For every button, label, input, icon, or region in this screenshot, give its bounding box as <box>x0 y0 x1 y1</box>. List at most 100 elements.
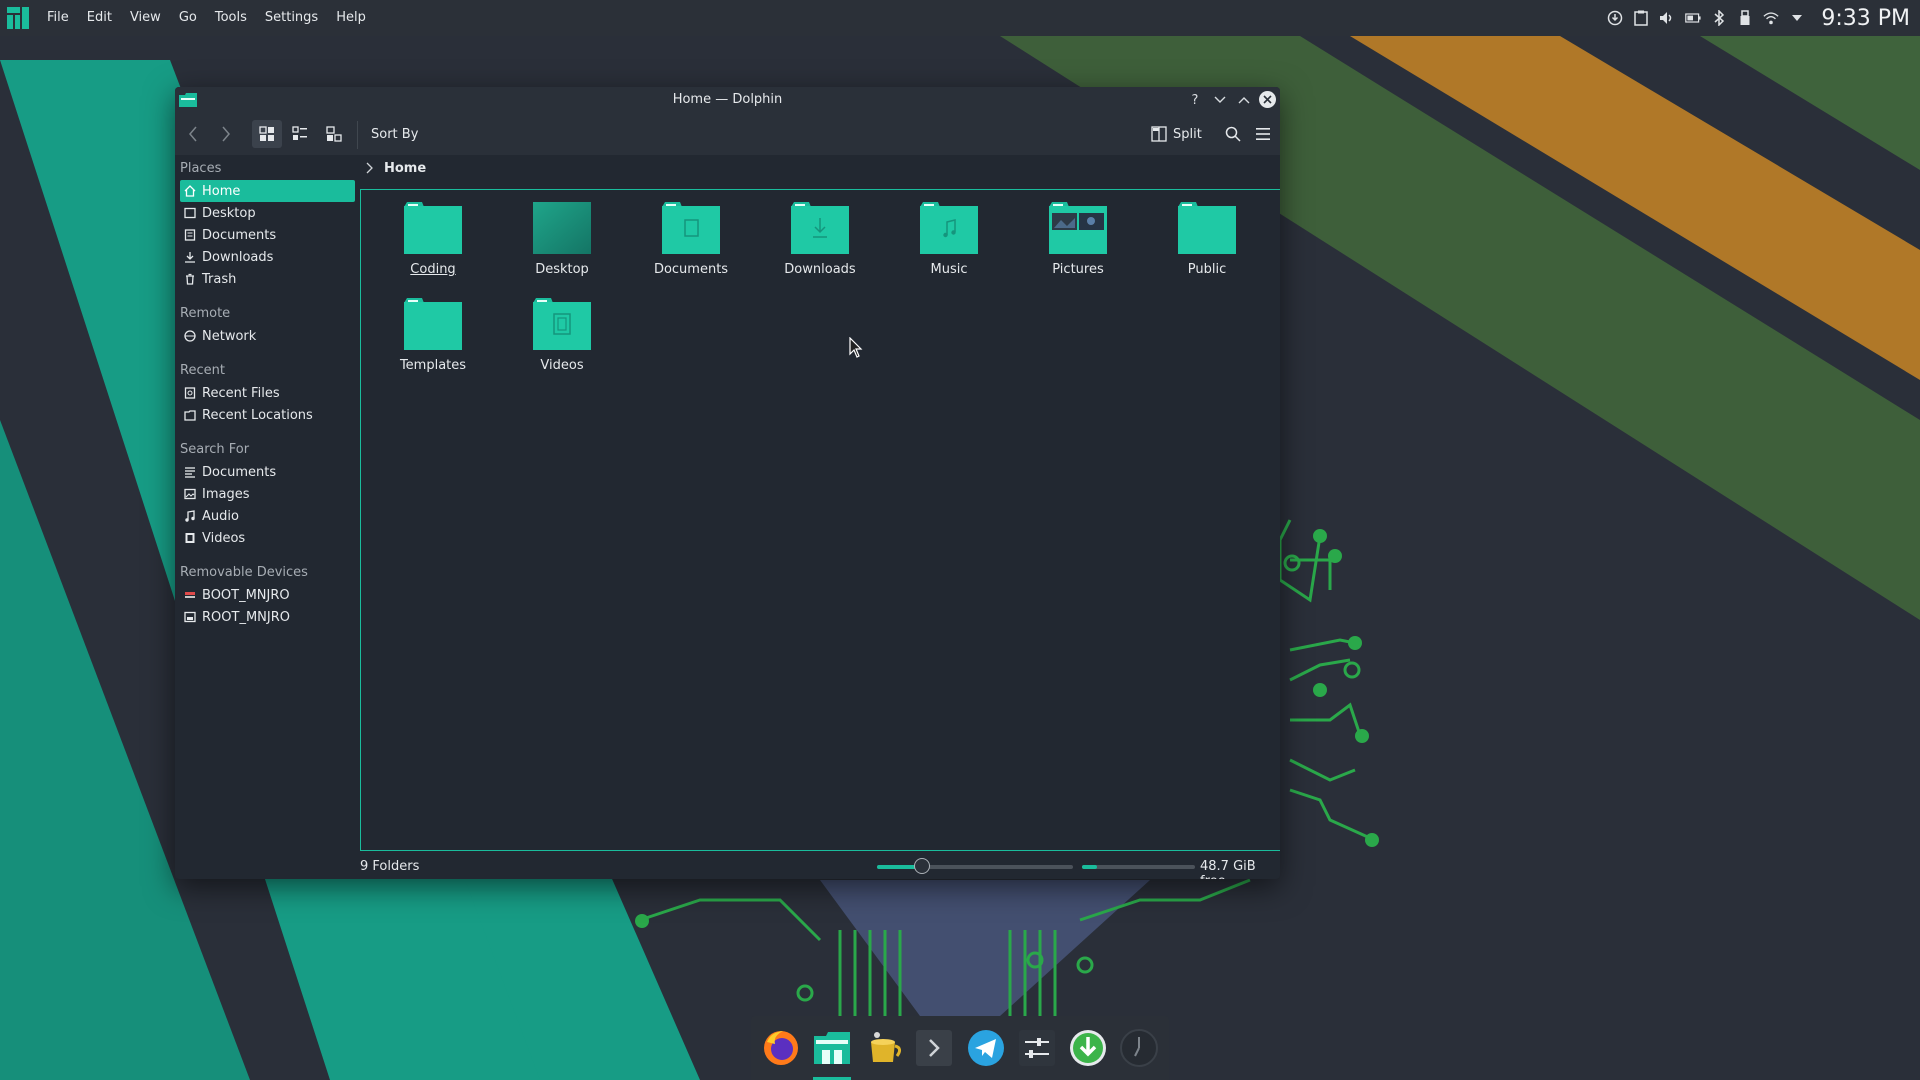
split-button[interactable]: Split <box>1151 120 1202 148</box>
folder-item-public[interactable]: Public <box>1147 202 1267 277</box>
zoom-slider[interactable] <box>877 858 1073 874</box>
pamac-icon[interactable] <box>860 1025 906 1071</box>
forward-button[interactable] <box>211 120 241 148</box>
sidebar-item-boot-mnjro[interactable]: BOOT_MNJRO <box>180 584 355 606</box>
downloads-icon <box>184 251 196 263</box>
folder-item-videos[interactable]: Videos <box>502 298 622 373</box>
sidebar-item-documents[interactable]: Documents <box>180 224 355 246</box>
sidebar-item-audio[interactable]: Audio <box>180 505 355 527</box>
menu-file[interactable]: File <box>38 0 78 36</box>
sidebar-item-label: Recent Files <box>202 385 280 401</box>
menu-edit[interactable]: Edit <box>78 0 121 36</box>
sidebar-item-network[interactable]: Network <box>180 325 355 347</box>
hamburger-icon <box>1256 128 1270 140</box>
bluetooth-icon[interactable] <box>1711 10 1727 26</box>
folder-label: Desktop <box>535 262 589 277</box>
section-places: Places <box>180 161 222 176</box>
chevron-right-icon[interactable] <box>362 161 376 175</box>
music-folder-icon <box>920 202 978 254</box>
update-icon[interactable] <box>1607 10 1623 26</box>
sidebar-item-label: Documents <box>202 227 277 243</box>
network-icon <box>184 330 196 342</box>
sidebar-item-root-mnjro[interactable]: ROOT_MNJRO <box>180 606 355 628</box>
terminal-icon[interactable] <box>911 1025 957 1071</box>
downloads-folder-icon <box>791 202 849 254</box>
minimize-icon[interactable] <box>1210 90 1230 110</box>
hamburger-menu-button[interactable] <box>1248 120 1278 148</box>
folder-item-documents[interactable]: Documents <box>631 202 751 277</box>
folder-item-desktop[interactable]: Desktop <box>502 202 622 277</box>
clock[interactable]: 9:33 PM <box>1821 6 1910 31</box>
battery-icon[interactable] <box>1685 10 1701 26</box>
tray-expand-icon[interactable] <box>1789 10 1805 26</box>
menu-tools[interactable]: Tools <box>206 0 256 36</box>
clock-icon[interactable] <box>1116 1025 1162 1071</box>
sidebar-item-label: Downloads <box>202 249 274 265</box>
folder-label: Videos <box>540 358 584 373</box>
sidebar-item-downloads[interactable]: Downloads <box>180 246 355 268</box>
section-search-for: Search For <box>180 442 250 457</box>
settings-icon[interactable] <box>1014 1025 1060 1071</box>
sidebar-item-recent-locations[interactable]: Recent Locations <box>180 404 355 426</box>
folder-icon <box>404 298 462 350</box>
free-space-bar[interactable] <box>1082 865 1195 869</box>
sidebar-item-label: Documents <box>202 464 277 480</box>
close-icon[interactable] <box>1259 91 1276 108</box>
image-icon <box>184 488 196 500</box>
pictures-folder-icon <box>1049 202 1107 254</box>
help-icon[interactable]: ? <box>1185 90 1205 110</box>
removable-drive-icon <box>184 589 196 601</box>
folder-item-templates[interactable]: Templates <box>373 298 493 373</box>
title-bar[interactable]: Home — Dolphin ? <box>175 87 1280 113</box>
split-icon <box>1151 126 1167 142</box>
dolphin-icon[interactable] <box>809 1025 855 1080</box>
telegram-icon[interactable] <box>963 1025 1009 1071</box>
breadcrumb-home[interactable]: Home <box>384 161 426 176</box>
search-button[interactable] <box>1218 120 1248 148</box>
sidebar-item-home[interactable]: Home <box>180 180 355 202</box>
free-space-label[interactable]: 48.7 GiB free <box>1200 859 1280 879</box>
folder-label: Templates <box>399 358 467 373</box>
zoom-slider-handle[interactable] <box>914 858 931 874</box>
sidebar-item-videos[interactable]: Videos <box>180 527 355 549</box>
menu-help[interactable]: Help <box>327 0 375 36</box>
documents-icon <box>184 229 196 241</box>
trash-icon <box>184 273 196 285</box>
sidebar-item-images[interactable]: Images <box>180 483 355 505</box>
sidebar-item-recent-files[interactable]: Recent Files <box>180 382 355 404</box>
firefox-icon[interactable] <box>758 1025 804 1071</box>
desktop-icon <box>184 207 196 219</box>
folder-label: Pictures <box>1052 262 1104 277</box>
menu-view[interactable]: View <box>121 0 170 36</box>
maximize-icon[interactable] <box>1234 90 1254 110</box>
compact-view-button[interactable] <box>285 120 315 148</box>
folder-item-coding[interactable]: Coding <box>373 202 493 277</box>
details-view-button[interactable] <box>319 120 349 148</box>
sidebar-item-desktop[interactable]: Desktop <box>180 202 355 224</box>
menu-settings[interactable]: Settings <box>256 0 327 36</box>
folder-count: 9 Folders <box>360 859 420 874</box>
menu-go[interactable]: Go <box>170 0 206 36</box>
folder-item-pictures[interactable]: Pictures <box>1018 202 1138 277</box>
folder-item-music[interactable]: Music <box>889 202 1009 277</box>
sort-by-button[interactable]: Sort By <box>371 127 418 142</box>
wifi-icon[interactable] <box>1763 10 1779 26</box>
icons-view-button[interactable] <box>252 120 282 148</box>
sidebar-item-label: Trash <box>202 271 237 287</box>
section-remote: Remote <box>180 306 231 321</box>
sidebar-item-trash[interactable]: Trash <box>180 268 355 290</box>
manjaro-logo-icon[interactable] <box>7 7 29 29</box>
clipboard-icon[interactable] <box>1633 10 1649 26</box>
sidebar-item-label: Videos <box>202 530 246 546</box>
usb-icon[interactable] <box>1737 10 1753 26</box>
volume-icon[interactable] <box>1659 10 1675 26</box>
status-bar: 9 Folders 48.7 GiB free <box>175 853 1280 879</box>
sidebar-item-label: Audio <box>202 508 239 524</box>
sidebar-item-search-documents[interactable]: Documents <box>180 461 355 483</box>
file-view[interactable]: Coding Desktop Documents Downloads Music… <box>360 189 1280 851</box>
back-button[interactable] <box>178 120 208 148</box>
home-icon <box>184 185 196 197</box>
folder-item-downloads[interactable]: Downloads <box>760 202 880 277</box>
places-panel: Places Home Desktop Documents Downloads … <box>175 155 357 855</box>
downloader-icon[interactable] <box>1065 1025 1111 1071</box>
